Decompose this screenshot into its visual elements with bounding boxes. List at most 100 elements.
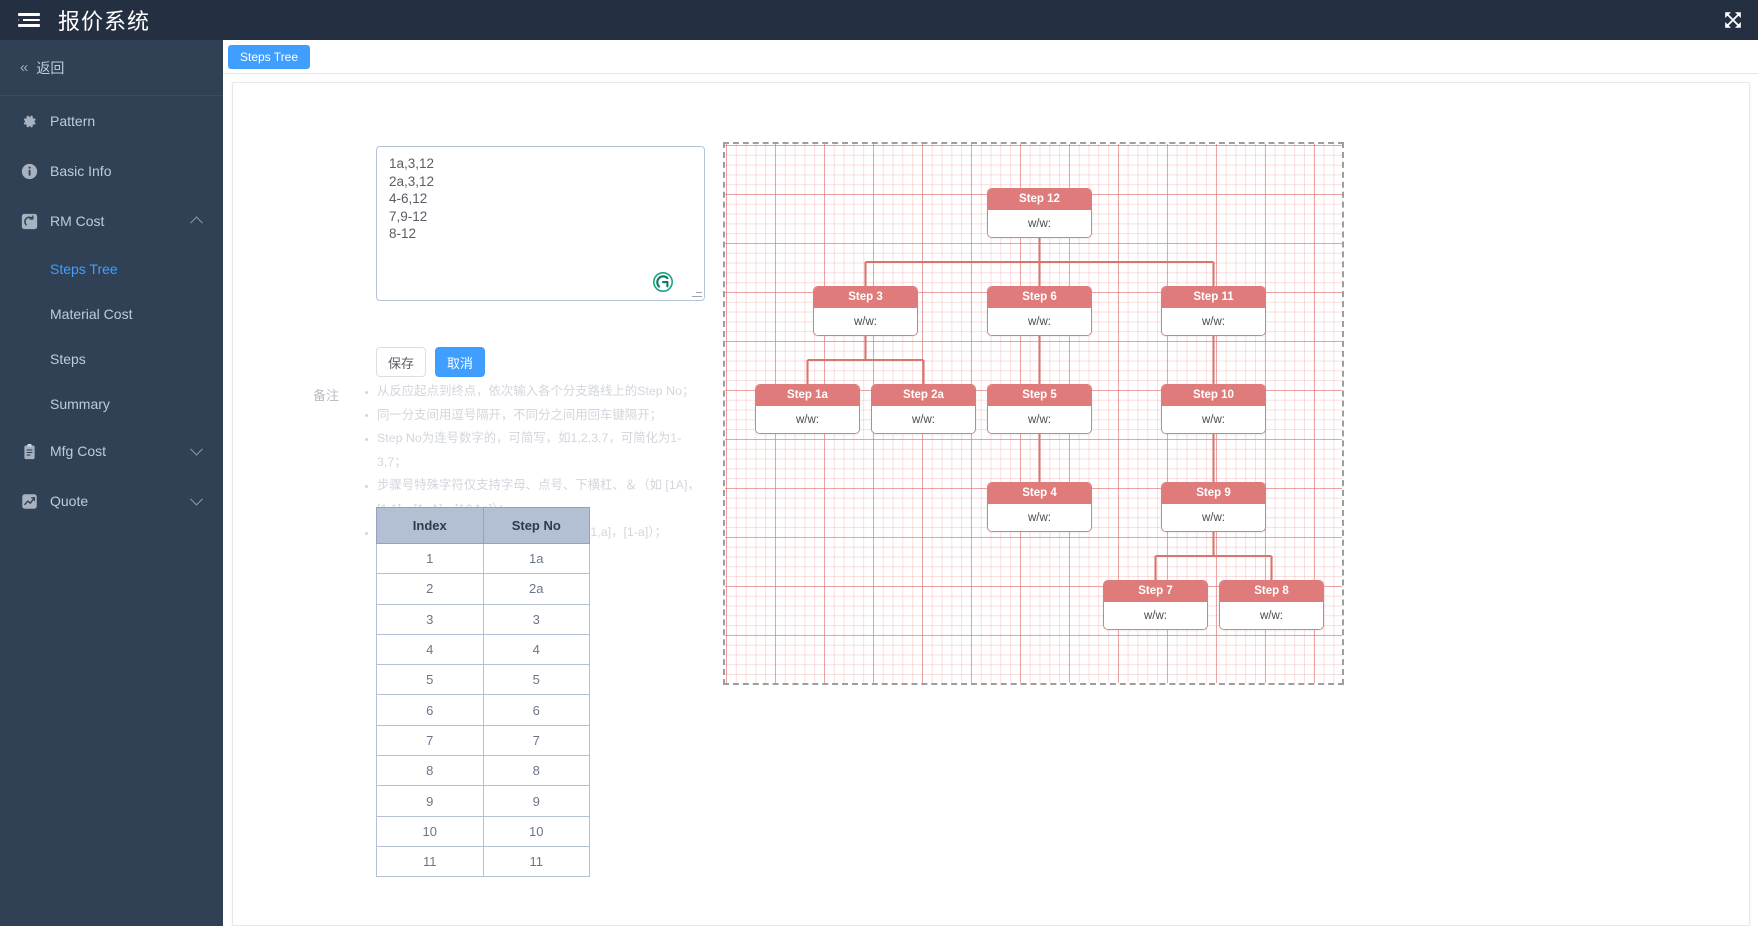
node-weight-label: w/w: — [988, 504, 1091, 531]
diagram-node-step2a[interactable]: Step 2a w/w: — [871, 384, 976, 434]
cell-index: 3 — [376, 603, 484, 635]
node-weight-label: w/w: — [756, 406, 859, 433]
sidebar-item-label: Mfg Cost — [50, 443, 107, 459]
step-no-reference-table: Index Step No 1 1a 2 2a 3 3 4 4 5 5 6 6 7 7 8 8 9 9 10 10 11… — [376, 507, 590, 878]
rm-cost-icon — [20, 212, 38, 230]
cell-step-no: 6 — [482, 694, 590, 726]
cell-index: 9 — [376, 785, 484, 817]
main-content: Steps Tree Step Route 保存 取消 备注 从反应起点到终点，… — [223, 40, 1758, 926]
sidebar-item-summary[interactable]: Summary — [0, 381, 223, 426]
double-chevron-left-icon: « — [20, 59, 28, 76]
sidebar-item-steps[interactable]: Steps — [0, 336, 223, 381]
remark-item: 从反应起点到终点，依次输入各个分支路线上的Step No； — [365, 380, 701, 404]
sidebar-item-mfg-cost[interactable]: Mfg Cost — [0, 426, 223, 476]
table-row: 88 — [376, 755, 590, 787]
node-weight-label: w/w: — [1220, 602, 1323, 629]
sidebar-item-material-cost[interactable]: Material Cost — [0, 291, 223, 336]
save-button[interactable]: 保存 — [376, 347, 426, 377]
diagram-node-step7[interactable]: Step 7 w/w: — [1103, 580, 1208, 630]
cell-step-no: 9 — [482, 785, 590, 817]
sidebar-subitem-label: Material Cost — [50, 305, 133, 322]
column-header-step-no: Step No — [482, 507, 590, 544]
table-row: 55 — [376, 664, 590, 696]
diagram-node-step5[interactable]: Step 5 w/w: — [987, 384, 1092, 434]
fullscreen-expand-icon[interactable] — [1722, 9, 1744, 31]
table-row: 1 1a — [376, 542, 590, 575]
steps-tree-diagram[interactable]: Step 12 w/w: Step 3 w/w: Step 6 w/w: Step 11 w/… — [723, 142, 1344, 685]
sidebar-item-label: Pattern — [50, 113, 96, 129]
cell-step-no: 7 — [482, 724, 590, 757]
cell-index: 1 — [376, 542, 484, 575]
sidebar-subitem-label: Summary — [50, 395, 110, 412]
textarea-resize-handle[interactable] — [691, 287, 703, 299]
diagram-node-step11[interactable]: Step 11 w/w: — [1161, 286, 1266, 336]
cell-index: 6 — [376, 694, 484, 726]
sidebar-item-rm-cost[interactable]: RM Cost — [0, 196, 223, 246]
table-row: 99 — [376, 785, 590, 817]
node-weight-label: w/w: — [988, 308, 1091, 335]
cell-index: 10 — [376, 815, 484, 847]
diagram-node-step3[interactable]: Step 3 w/w: — [813, 286, 918, 336]
diagram-node-step8[interactable]: Step 8 w/w: — [1219, 580, 1324, 630]
cell-step-no: 3 — [482, 603, 590, 635]
node-title: Step 7 — [1104, 581, 1207, 602]
chart-icon — [20, 492, 38, 510]
cell-index: 11 — [376, 845, 484, 878]
clipboard-icon — [20, 442, 38, 460]
node-title: Step 1a — [756, 385, 859, 406]
table-row: 66 — [376, 694, 590, 726]
sidebar-item-label: RM Cost — [50, 213, 105, 229]
diagram-node-step1a[interactable]: Step 1a w/w: — [755, 384, 860, 434]
chevron-down-icon — [190, 442, 203, 456]
node-title: Step 4 — [988, 483, 1091, 504]
cell-step-no: 2a — [482, 573, 590, 605]
hamburger-collapse-icon[interactable] — [18, 12, 40, 28]
cell-index: 2 — [376, 573, 484, 605]
node-weight-label: w/w: — [988, 406, 1091, 433]
diagram-node-step6[interactable]: Step 6 w/w: — [987, 286, 1092, 336]
sidebar-item-steps-tree[interactable]: Steps Tree — [0, 246, 223, 291]
remark-item: Step No为连号数字的，可简写，如1,2,3,7，可简化为1-3,7； — [365, 427, 701, 474]
diagram-node-step4[interactable]: Step 4 w/w: — [987, 482, 1092, 532]
tab-steps-tree[interactable]: Steps Tree — [228, 44, 311, 69]
tab-bar: Steps Tree — [223, 40, 1758, 74]
cell-step-no: 4 — [482, 633, 590, 666]
sidebar-item-pattern[interactable]: Pattern — [0, 96, 223, 146]
table-row: 2 2a — [376, 573, 590, 605]
diagram-node-step10[interactable]: Step 10 w/w: — [1161, 384, 1266, 434]
column-header-index: Index — [376, 507, 484, 544]
node-title: Step 8 — [1220, 581, 1323, 602]
cell-index: 4 — [376, 633, 484, 666]
node-title: Step 5 — [988, 385, 1091, 406]
diagram-node-step9[interactable]: Step 9 w/w: — [1161, 482, 1266, 532]
remark-label: 备注 — [312, 388, 339, 403]
table-row: 10 10 — [376, 815, 590, 847]
cell-step-no: 5 — [482, 664, 590, 696]
cancel-button[interactable]: 取消 — [435, 347, 485, 377]
cell-step-no: 8 — [482, 755, 590, 787]
node-weight-label: w/w: — [872, 406, 975, 433]
node-title: Step 3 — [814, 287, 917, 308]
table-row: 77 — [376, 724, 590, 757]
cell-step-no: 11 — [482, 845, 590, 878]
sidebar-item-basic-info[interactable]: Basic Info — [0, 146, 223, 196]
sidebar-back-label: 返回 — [36, 59, 65, 76]
chevron-up-icon — [190, 216, 203, 230]
cell-index: 8 — [376, 755, 484, 787]
node-weight-label: w/w: — [1162, 504, 1265, 531]
sidebar-item-label: Quote — [50, 493, 89, 509]
node-title: Step 11 — [1162, 287, 1265, 308]
grammarly-badge-icon[interactable] — [651, 270, 675, 294]
sidebar-subitem-label: Steps — [50, 350, 86, 367]
page-title: 报价系统 — [58, 9, 151, 34]
diagram-node-step12[interactable]: Step 12 w/w: — [987, 188, 1092, 238]
sidebar-item-label: Basic Info — [50, 163, 112, 179]
node-weight-label: w/w: — [988, 210, 1091, 237]
app-header: 报价系统 — [0, 0, 1758, 40]
content-card: Step Route 保存 取消 备注 从反应起点到终点，依次输入各个分支路线上… — [232, 82, 1750, 926]
cell-index: 7 — [376, 724, 484, 757]
sidebar-item-quote[interactable]: Quote — [0, 476, 223, 526]
node-title: Step 12 — [988, 189, 1091, 210]
sidebar-back-button[interactable]: « 返回 — [0, 40, 223, 96]
table-row: 33 — [376, 603, 590, 635]
